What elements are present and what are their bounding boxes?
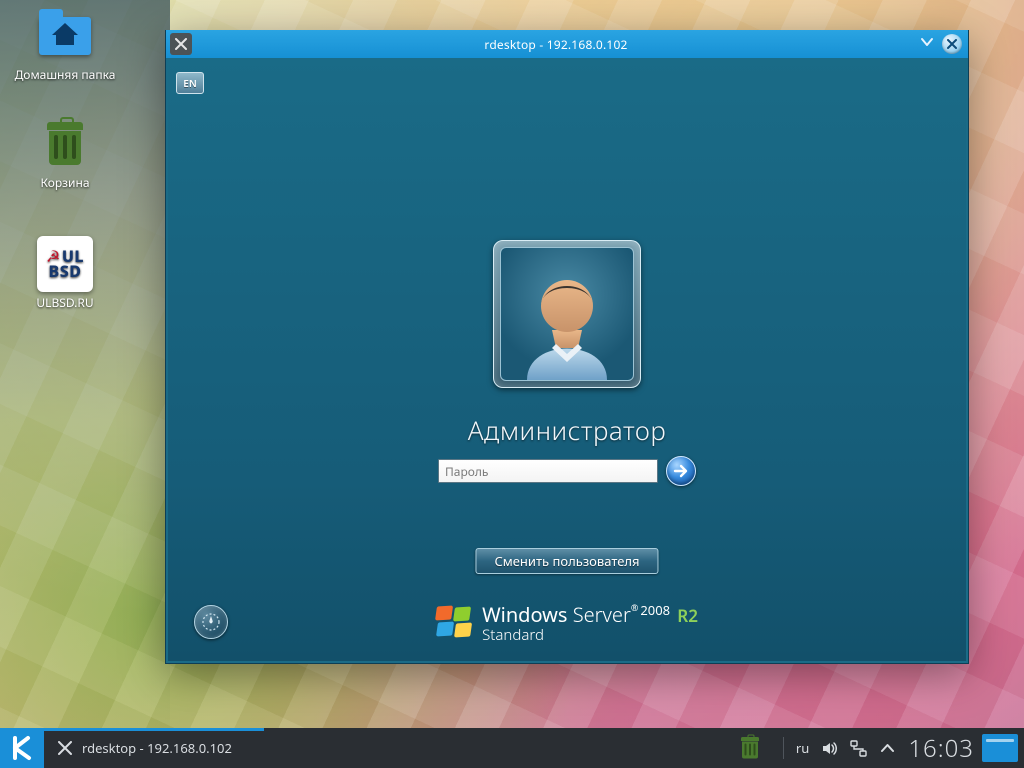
desktop-icon-label: Домашняя папка — [10, 66, 120, 83]
ease-of-access-button[interactable] — [194, 605, 228, 639]
active-task-indicator — [44, 728, 264, 731]
taskbar: rdesktop - 192.168.0.102 ru 16: — [0, 728, 1024, 768]
rdesktop-window: rdesktop - 192.168.0.102 EN — [165, 30, 969, 664]
tray-trash-button[interactable] — [739, 737, 760, 759]
window-titlebar[interactable]: rdesktop - 192.168.0.102 — [166, 30, 968, 58]
clock[interactable]: 16:03 — [902, 732, 978, 765]
os-branding: Windows Server®2008 R2 Standard — [436, 601, 698, 645]
titlebar-minimize-button[interactable] — [920, 35, 934, 53]
desktop-icon-label: ULBSD.RU — [10, 294, 120, 311]
brand-year: 2008 — [640, 601, 670, 619]
system-tray: ru — [723, 726, 902, 768]
desktop-icon-trash[interactable]: Корзина — [10, 120, 120, 191]
application-launcher-button[interactable] — [0, 728, 44, 768]
taskbar-entry-title: rdesktop - 192.168.0.102 — [82, 739, 232, 757]
language-indicator[interactable]: EN — [176, 72, 204, 94]
brand-server: Server — [573, 601, 631, 628]
brand-edition: Standard — [482, 625, 698, 645]
trash-icon — [37, 120, 93, 168]
username-label: Администратор — [168, 412, 966, 448]
volume-icon — [821, 740, 838, 757]
password-input[interactable] — [438, 459, 658, 483]
close-icon — [947, 39, 957, 49]
network-icon — [850, 740, 867, 757]
x11-app-icon — [58, 741, 72, 755]
switch-user-button[interactable]: Сменить пользователя — [475, 548, 658, 574]
submit-login-button[interactable] — [666, 456, 696, 486]
brand-product: Windows — [482, 601, 567, 628]
arrow-right-icon — [673, 463, 689, 479]
keyboard-layout-indicator[interactable]: ru — [796, 739, 809, 757]
desktop-icon-label: Корзина — [10, 174, 120, 191]
user-avatar — [493, 240, 641, 388]
kde-logo-icon — [9, 735, 35, 761]
wallpaper-shade — [0, 0, 170, 768]
home-folder-icon — [37, 12, 93, 60]
show-desktop-button[interactable] — [982, 734, 1018, 762]
desktop-icon-home[interactable]: Домашняя папка — [10, 12, 120, 83]
titlebar-close-right-button[interactable] — [942, 34, 962, 54]
window-title: rdesktop - 192.168.0.102 — [192, 36, 920, 53]
tray-divider — [783, 737, 784, 759]
tray-expand-button[interactable] — [879, 740, 896, 757]
taskbar-entry-rdesktop[interactable]: rdesktop - 192.168.0.102 — [44, 728, 246, 768]
ulbsd-logo-icon: ☭UL BSD — [37, 240, 93, 288]
user-avatar-icon — [512, 260, 622, 380]
chevron-up-icon — [879, 740, 896, 757]
close-icon — [175, 38, 187, 50]
network-button[interactable] — [850, 740, 867, 757]
volume-button[interactable] — [821, 740, 838, 757]
accessibility-icon — [201, 612, 221, 632]
desktop-icon-ulbsd[interactable]: ☭UL BSD ULBSD.RU — [10, 240, 120, 311]
remote-session-logon-screen: EN Администратор — [168, 58, 966, 661]
chevron-down-icon — [920, 35, 934, 49]
windows-flag-icon — [436, 606, 472, 640]
brand-variant: R2 — [677, 604, 698, 627]
titlebar-close-left-button[interactable] — [170, 33, 192, 55]
